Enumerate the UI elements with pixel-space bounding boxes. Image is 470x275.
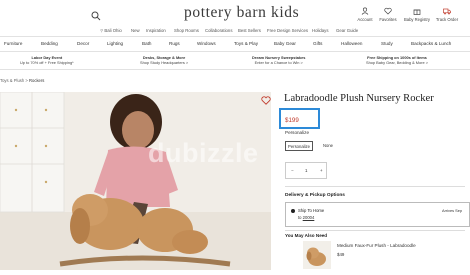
subnav-gear-guide[interactable]: Gear Guide [336,28,358,33]
delivery-heading: Delivery & Pickup Options [285,193,345,198]
option-personalize[interactable]: Personalize [285,141,313,151]
promo-text: Up to 70% off + Free Shipping* [20,60,74,65]
heart-icon [384,7,392,15]
category-lighting[interactable]: Lighting [107,41,123,46]
divider [285,186,465,187]
subnav-free-design-services[interactable]: Free Design Services [267,28,308,33]
site-logo[interactable]: pottery barn kids [184,4,299,22]
ship-zip: to 20004 [298,215,314,220]
product-title: Labradoodle Plush Nursery Rocker [284,93,434,104]
subnav-new[interactable]: New [131,28,140,33]
subnav-best-sellers[interactable]: Best Sellers [238,28,261,33]
favorites-link[interactable]: Favorites [373,7,403,22]
ship-radio[interactable] [291,209,295,213]
option-none[interactable]: None [318,141,338,151]
category-bedding[interactable]: Bedding [41,41,58,46]
arrival-estimate: Arrives Sep [442,208,463,213]
category-toys-play[interactable]: Toys & Play [234,41,258,46]
track-order-label: Track Order [435,17,459,22]
ship-to-home-option[interactable]: Ship To Home to 20004 Arrives Sep [285,202,470,227]
category-halloween[interactable]: Halloween [341,41,362,46]
category-gifts[interactable]: Gifts [313,41,322,46]
category-nav: Furniture Bedding Decor Lighting Bath Ru… [0,41,470,50]
category-baby-gear[interactable]: Baby Gear [274,41,296,46]
product-price: $199 [285,117,299,124]
promo-sweepstakes[interactable]: Dream Nursery Sweepstakes Enter for a Ch… [252,55,305,65]
promo-divider [0,69,470,70]
subnav-collaborations[interactable]: Collaborations [205,28,232,33]
divider [285,230,465,231]
promo-text: Enter for a Chance to Win > [254,60,303,65]
related-product-name[interactable]: Medium Faux-Fur Plush - Labradoodle [337,243,416,248]
location-pin-icon: ⚲ [100,28,104,33]
favorite-heart-icon[interactable] [261,96,271,105]
promo-text: Shop Baby Gear, Bedding & More > [366,60,428,65]
subnav-holidays[interactable]: Holidays [312,28,328,33]
also-need-heading: You May Also Need [285,233,328,238]
quantity-decrease-button[interactable]: − [291,168,294,173]
subnav-shop-rooms[interactable]: Shop Rooms [174,28,199,33]
baby-registry-label: Baby Registry [403,17,431,22]
category-furniture[interactable]: Furniture [4,41,22,46]
quantity-increase-button[interactable]: + [320,168,323,173]
promo-labor-day[interactable]: Labor Day Event Up to 70% off + Free Shi… [20,55,74,65]
zip-code-link[interactable]: 20004 [303,215,315,220]
user-icon [361,7,369,15]
related-product-image[interactable] [303,241,331,269]
product-photo-illustration [0,92,271,270]
truck-icon [443,8,451,15]
promo-free-shipping[interactable]: Free Shipping on 1000s of Items Shop Bab… [366,55,428,65]
product-image[interactable] [0,92,271,270]
subnav-inspiration[interactable]: Inspiration [146,28,166,33]
category-bath[interactable]: Bath [142,41,151,46]
breadcrumb-separator: > [25,78,28,83]
category-windows[interactable]: Windows [197,41,216,46]
baby-registry-link[interactable]: Baby Registry [402,7,432,22]
header-divider [0,36,470,37]
nav-divider [0,51,470,52]
quantity-value[interactable]: 1 [305,168,307,173]
favorites-label: Favorites [379,17,397,22]
watermark: dubizzle [148,138,259,168]
category-backpacks-lunch[interactable]: Backpacks & Lunch [411,41,451,46]
promo-study[interactable]: Desks, Storage & More Shop Study Headqua… [140,55,188,65]
quantity-stepper: − 1 + [285,162,327,179]
ship-to-home-label: Ship To Home [298,208,325,213]
search-icon[interactable] [91,11,101,21]
store-location-link[interactable]: ⚲ Bali Ohio [100,28,122,34]
promo-text: Shop Study Headquarters > [140,60,189,65]
breadcrumb-current: Rockers [29,78,45,83]
personalize-label: Personalize [285,130,310,135]
category-rugs[interactable]: Rugs [169,41,180,46]
breadcrumb: Toys & Plush > Rockers [0,78,44,83]
related-product-price: $49 [337,252,345,257]
plush-dog-thumbnail [306,247,326,266]
track-order-link[interactable]: Track Order [432,7,462,22]
category-study[interactable]: Study [381,41,393,46]
category-decor[interactable]: Decor [77,41,89,46]
account-label: Account [357,17,373,22]
gift-icon [413,9,421,15]
zip-prefix: to [298,215,302,220]
header: pottery barn kids Account Favorites Baby… [0,0,470,37]
breadcrumb-parent[interactable]: Toys & Plush [0,78,24,83]
